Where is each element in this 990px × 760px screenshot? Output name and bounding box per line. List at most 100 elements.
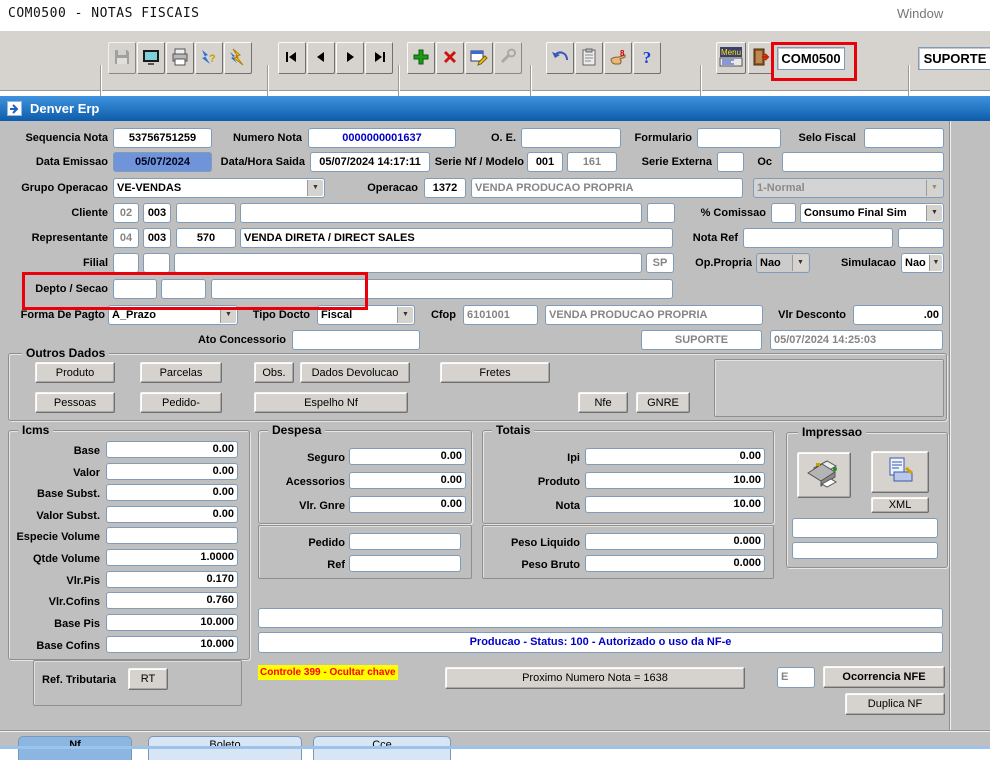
print-button[interactable] bbox=[166, 42, 194, 74]
wizard-help-button[interactable]: ? bbox=[195, 42, 223, 74]
representante-nome-field[interactable]: VENDA DIRETA / DIRECT SALES bbox=[240, 228, 673, 248]
rt-button[interactable]: RT bbox=[128, 668, 168, 690]
produto-button[interactable]: Produto bbox=[35, 362, 115, 383]
base-cofins-field[interactable]: 10.000 bbox=[106, 636, 238, 653]
outros-dados-title: Outros Dados bbox=[22, 346, 109, 360]
tipo-docto-select[interactable]: Fiscal ▼ bbox=[317, 305, 415, 325]
depto-secao-nome-field[interactable] bbox=[211, 279, 673, 299]
chevron-down-icon[interactable]: ▼ bbox=[397, 307, 413, 323]
imprimir-danfe-button[interactable] bbox=[871, 451, 929, 493]
imprimir-nf-button[interactable] bbox=[797, 452, 851, 498]
filial-f1-field[interactable] bbox=[113, 253, 139, 273]
help-button[interactable]: ? bbox=[633, 42, 661, 74]
simulacao-select[interactable]: Nao ▼ bbox=[901, 253, 944, 273]
sequencia-nota-field[interactable]: 53756751259 bbox=[113, 128, 212, 148]
formulario-field[interactable] bbox=[697, 128, 781, 148]
nav-last-button[interactable] bbox=[365, 42, 393, 74]
cliente-sufixo-field[interactable] bbox=[647, 203, 675, 223]
serie-nf-field[interactable]: 001 bbox=[527, 152, 563, 172]
impressao-campo2-field[interactable] bbox=[792, 542, 938, 559]
ocorrencia-codigo-field[interactable]: E bbox=[777, 667, 815, 688]
menu-button[interactable]: Menu bbox=[716, 42, 746, 74]
grupo-operacao-select[interactable]: VE-VENDAS ▼ bbox=[113, 178, 325, 198]
fretes-button[interactable]: Fretes bbox=[440, 362, 550, 383]
duplica-nf-button[interactable]: Duplica NF bbox=[845, 693, 945, 715]
pessoas-button[interactable]: Pessoas bbox=[35, 392, 115, 413]
wizard-run-button[interactable] bbox=[224, 42, 252, 74]
selo-fiscal-field[interactable] bbox=[864, 128, 944, 148]
undo-button[interactable] bbox=[546, 42, 574, 74]
vlr-cofins-field[interactable]: 0.760 bbox=[106, 592, 238, 609]
consumo-final-select[interactable]: Consumo Final Sim ▼ bbox=[800, 203, 944, 223]
cliente-nome-field[interactable] bbox=[240, 203, 642, 223]
nav-first-button[interactable] bbox=[278, 42, 306, 74]
numero-nota-field[interactable]: 0000000001637 bbox=[308, 128, 456, 148]
representante-codigo-field[interactable]: 570 bbox=[176, 228, 236, 248]
chevron-down-icon[interactable]: ▼ bbox=[307, 180, 323, 196]
screen-button[interactable] bbox=[137, 42, 165, 74]
menu-window[interactable]: Window bbox=[897, 6, 943, 21]
base-pis-field[interactable]: 10.000 bbox=[106, 614, 238, 631]
nav-next-button[interactable] bbox=[336, 42, 364, 74]
hand-button[interactable]: 8 bbox=[604, 42, 632, 74]
operacao-codigo-field[interactable]: 1372 bbox=[424, 178, 466, 198]
comissao-field[interactable] bbox=[771, 203, 796, 223]
serie-externa-field[interactable] bbox=[717, 152, 744, 172]
xml-button[interactable]: XML bbox=[871, 497, 929, 513]
vlr-pis-field[interactable]: 0.170 bbox=[106, 571, 238, 588]
icms-valor-field[interactable]: 0.00 bbox=[106, 463, 238, 480]
icms-valor-subst-field[interactable]: 0.00 bbox=[106, 506, 238, 523]
secao-field[interactable] bbox=[161, 279, 206, 299]
edit-record-button[interactable] bbox=[465, 42, 493, 74]
dados-devolucao-button[interactable]: Dados Devolucao bbox=[300, 362, 410, 383]
proximo-numero-button[interactable]: Proximo Numero Nota = 1638 bbox=[445, 667, 745, 689]
filial-nome-field[interactable] bbox=[174, 253, 642, 273]
clipboard-button[interactable] bbox=[575, 42, 603, 74]
qtde-volume-field[interactable]: 1.0000 bbox=[106, 549, 238, 566]
vlr-desconto-field[interactable]: .00 bbox=[853, 305, 943, 325]
cliente-codigo-field[interactable] bbox=[176, 203, 236, 223]
chevron-down-icon[interactable]: ▼ bbox=[792, 255, 808, 271]
peso-bruto-field[interactable]: 0.000 bbox=[585, 555, 765, 572]
data-hora-saida-field[interactable]: 05/07/2024 14:17:11 bbox=[310, 152, 430, 172]
op-propria-select[interactable]: Nao ▼ bbox=[756, 253, 810, 273]
chevron-down-icon[interactable]: ▼ bbox=[220, 307, 236, 323]
peso-liquido-field[interactable]: 0.000 bbox=[585, 533, 765, 550]
nota-ref-serie-field[interactable] bbox=[898, 228, 944, 248]
chevron-down-icon[interactable]: ▼ bbox=[929, 255, 942, 271]
ref-field[interactable] bbox=[349, 555, 461, 572]
chevron-down-icon[interactable]: ▼ bbox=[926, 205, 942, 221]
cliente-filial-field[interactable]: 003 bbox=[143, 203, 171, 223]
exit-button[interactable] bbox=[748, 42, 774, 74]
icms-base-field[interactable]: 0.00 bbox=[106, 441, 238, 458]
impressao-campo1-field[interactable] bbox=[792, 518, 938, 538]
nfe-button[interactable]: Nfe bbox=[578, 392, 628, 413]
delete-record-button[interactable] bbox=[436, 42, 464, 74]
oc-field[interactable] bbox=[782, 152, 944, 172]
vlr-gnre-field[interactable]: 0.00 bbox=[349, 496, 466, 513]
especie-volume-field[interactable] bbox=[106, 527, 238, 544]
obs-button[interactable]: Obs. bbox=[254, 362, 294, 383]
ipi-field[interactable]: 0.00 bbox=[585, 448, 765, 465]
acessorios-field[interactable]: 0.00 bbox=[349, 472, 466, 489]
totais-nota-field[interactable]: 10.00 bbox=[585, 496, 765, 513]
espelho-nf-button[interactable]: Espelho Nf bbox=[254, 392, 408, 413]
ato-concessorio-field[interactable] bbox=[292, 330, 420, 350]
pedido-field[interactable] bbox=[349, 533, 461, 550]
totais-produto-field[interactable]: 10.00 bbox=[585, 472, 765, 489]
depto-field[interactable] bbox=[113, 279, 157, 299]
nav-prev-button[interactable] bbox=[307, 42, 335, 74]
icms-base-subst-field[interactable]: 0.00 bbox=[106, 484, 238, 501]
parcelas-button[interactable]: Parcelas bbox=[140, 362, 222, 383]
data-emissao-field[interactable]: 05/07/2024 bbox=[113, 152, 212, 172]
oe-field[interactable] bbox=[521, 128, 621, 148]
filial-f2-field[interactable] bbox=[143, 253, 170, 273]
representante-filial-field[interactable]: 003 bbox=[143, 228, 171, 248]
seguro-field[interactable]: 0.00 bbox=[349, 448, 466, 465]
nota-ref-field[interactable] bbox=[743, 228, 893, 248]
ocorrencia-nfe-button[interactable]: Ocorrencia NFE bbox=[823, 666, 945, 688]
add-record-button[interactable] bbox=[407, 42, 435, 74]
pedido-button[interactable]: Pedido- bbox=[140, 392, 222, 413]
forma-pagto-select[interactable]: A_Prazo ▼ bbox=[108, 305, 238, 325]
gnre-button[interactable]: GNRE bbox=[636, 392, 690, 413]
